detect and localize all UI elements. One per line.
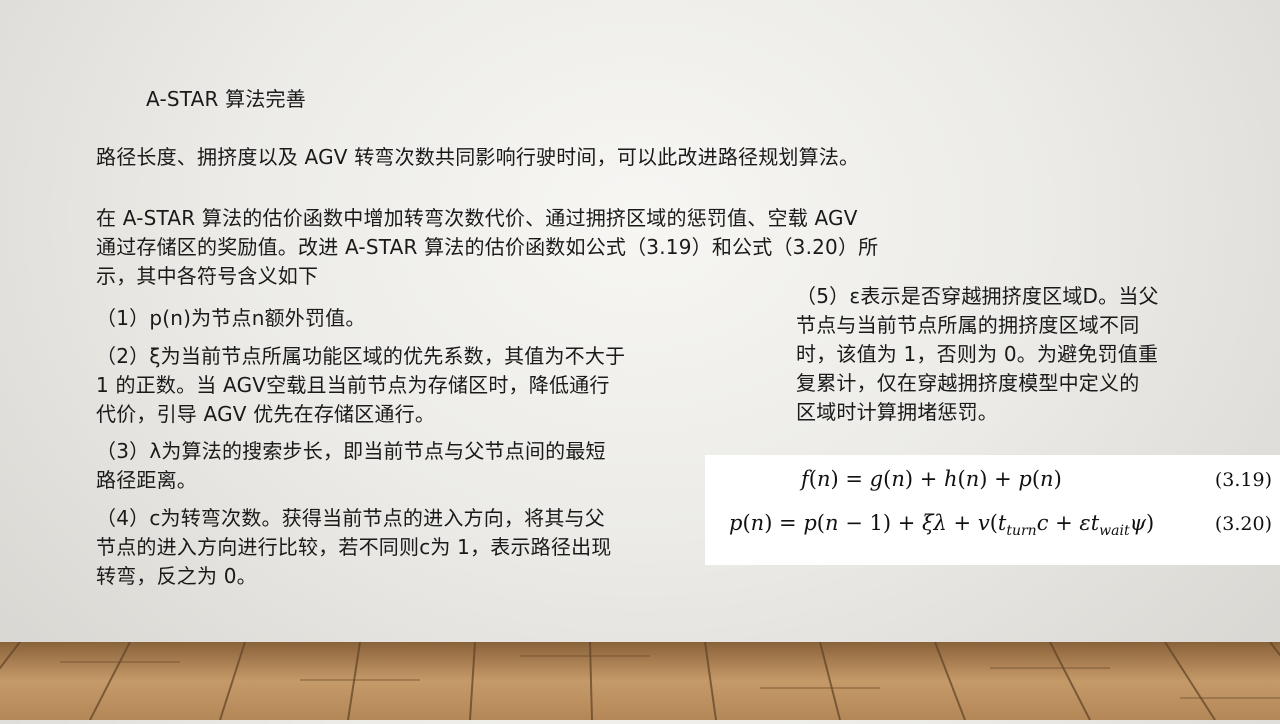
item-line: 时，该值为 1，否则为 0。为避免罚值重	[796, 342, 1159, 366]
item-line: 1 的正数。当 AGV空载且当前节点为存储区时，降低通行	[96, 373, 610, 397]
slide: A-STAR 算法完善 路径长度、拥挤度以及 AGV 转弯次数共同影响行驶时间，…	[0, 0, 1280, 721]
item-line: （4）c为转弯次数。获得当前节点的进入方向，将其与父	[96, 506, 605, 530]
slide-title: A-STAR 算法完善	[146, 87, 306, 111]
formula-expression: p(n) = p(n − 1) + ξλ + v(tturnc + εtwait…	[729, 511, 1155, 540]
intro-line: 路径长度、拥挤度以及 AGV 转弯次数共同影响行驶时间，可以此改进路径规划算法。	[96, 145, 860, 169]
estimation-paragraph: 在 A-STAR 算法的估价函数中增加转弯次数代价、通过拥挤区域的惩罚值、空载 …	[96, 204, 878, 291]
item-line: （2）ξ为当前节点所属功能区域的优先系数，其值为不大于	[96, 344, 626, 368]
item-line: （3）λ为算法的搜索步长，即当前节点与父节点间的最短	[96, 439, 606, 463]
item-line: 路径距离。	[96, 468, 197, 492]
item-line: （5）ε表示是否穿越拥挤度区域D。当父	[796, 284, 1159, 308]
symbol-item-4: （4）c为转弯次数。获得当前节点的进入方向，将其与父 节点的进入方向进行比较，若…	[96, 504, 611, 591]
formula-image: f(n) = g(n) + h(n) + p(n) (3.19) p(n) = …	[705, 455, 1280, 565]
item-line: （1）p(n)为节点n额外罚值。	[96, 306, 366, 330]
symbol-item-5: （5）ε表示是否穿越拥挤度区域D。当父 节点与当前节点所属的拥挤度区域不同 时，…	[796, 282, 1159, 427]
formula-expression: f(n) = g(n) + h(n) + p(n)	[801, 467, 1062, 491]
item-line: 区域时计算拥堵惩罚。	[796, 400, 998, 424]
wood-floor-decoration	[0, 641, 1280, 721]
item-line: 转弯，反之为 0。	[96, 564, 257, 588]
symbol-item-2: （2）ξ为当前节点所属功能区域的优先系数，其值为不大于 1 的正数。当 AGV空…	[96, 342, 625, 429]
symbol-item-3: （3）λ为算法的搜索步长，即当前节点与父节点间的最短 路径距离。	[96, 437, 606, 495]
formula-number: (3.19)	[1214, 469, 1272, 491]
formula-3-19: f(n) = g(n) + h(n) + p(n) (3.19)	[705, 463, 1280, 503]
item-line: 复累计，仅在穿越拥挤度模型中定义的	[796, 371, 1140, 395]
item-line: 节点与当前节点所属的拥挤度区域不同	[796, 313, 1140, 337]
paragraph-line: 通过存储区的奖励值。改进 A-STAR 算法的估价函数如公式（3.19）和公式（…	[96, 235, 879, 259]
formula-3-20: p(n) = p(n − 1) + ξλ + v(tturnc + εtwait…	[705, 507, 1280, 547]
paragraph-line: 在 A-STAR 算法的估价函数中增加转弯次数代价、通过拥挤区域的惩罚值、空载 …	[96, 206, 858, 230]
formula-number: (3.20)	[1214, 513, 1272, 535]
item-line: 代价，引导 AGV 优先在存储区通行。	[96, 402, 436, 426]
item-line: 节点的进入方向进行比较，若不同则c为 1，表示路径出现	[96, 535, 612, 559]
paragraph-line: 示，其中各符号含义如下	[96, 264, 319, 288]
wood-planks-graphic	[0, 641, 1280, 721]
symbol-item-1: （1）p(n)为节点n额外罚值。	[96, 303, 366, 333]
